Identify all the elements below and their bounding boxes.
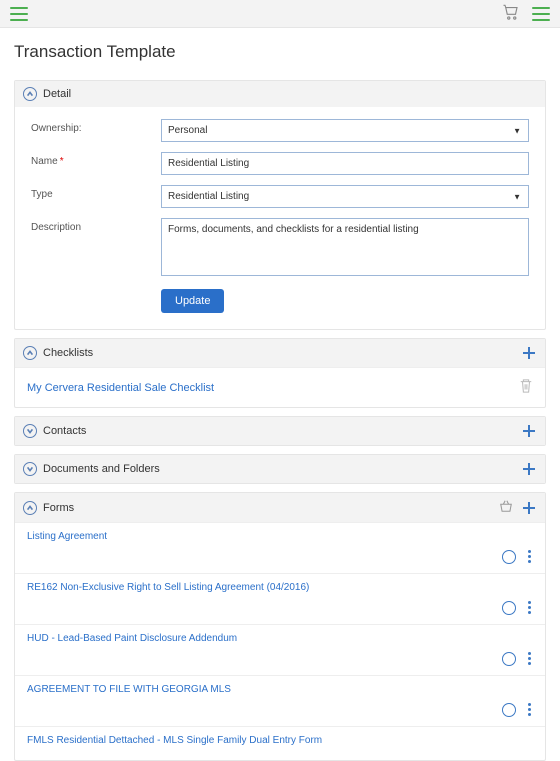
detail-title: Detail xyxy=(43,88,71,100)
documents-header[interactable]: Documents and Folders xyxy=(15,455,545,483)
contacts-panel: Contacts xyxy=(14,416,546,446)
more-icon[interactable] xyxy=(526,599,533,616)
page-title: Transaction Template xyxy=(0,28,560,72)
contacts-title: Contacts xyxy=(43,425,86,437)
more-icon[interactable] xyxy=(526,701,533,718)
documents-panel: Documents and Folders xyxy=(14,454,546,484)
ownership-select[interactable]: Personal xyxy=(161,119,529,142)
checklists-title: Checklists xyxy=(43,347,93,359)
chevron-up-icon xyxy=(23,87,37,101)
documents-title: Documents and Folders xyxy=(43,463,160,475)
add-contact-button[interactable] xyxy=(521,423,537,439)
description-textarea[interactable]: Forms, documents, and checklists for a r… xyxy=(161,218,529,276)
select-circle-icon[interactable] xyxy=(502,601,516,615)
chevron-up-icon xyxy=(23,346,37,360)
basket-icon[interactable] xyxy=(499,499,513,516)
forms-panel: Forms Listing Agreement RE162 Non-Exclus… xyxy=(14,492,546,761)
name-label: Name* xyxy=(31,152,161,167)
description-label: Description xyxy=(31,218,161,233)
menu-icon-right[interactable] xyxy=(532,7,550,21)
more-icon[interactable] xyxy=(526,548,533,565)
chevron-down-icon xyxy=(23,424,37,438)
add-form-button[interactable] xyxy=(521,500,537,516)
form-row: AGREEMENT TO FILE WITH GEORGIA MLS xyxy=(15,675,545,726)
detail-panel: Detail Ownership: Personal Name* Type Re… xyxy=(14,80,546,330)
form-link[interactable]: HUD - Lead-Based Paint Disclosure Addend… xyxy=(27,633,533,644)
form-link[interactable]: AGREEMENT TO FILE WITH GEORGIA MLS xyxy=(27,684,533,695)
more-icon[interactable] xyxy=(526,650,533,667)
ownership-label: Ownership: xyxy=(31,119,161,134)
form-link[interactable]: Listing Agreement xyxy=(27,531,533,542)
select-circle-icon[interactable] xyxy=(502,550,516,564)
select-circle-icon[interactable] xyxy=(502,652,516,666)
forms-header[interactable]: Forms xyxy=(15,493,545,522)
add-document-button[interactable] xyxy=(521,461,537,477)
contacts-header[interactable]: Contacts xyxy=(15,417,545,445)
update-button[interactable]: Update xyxy=(161,289,224,313)
chevron-up-icon xyxy=(23,501,37,515)
checklist-link[interactable]: My Cervera Residential Sale Checklist xyxy=(27,382,214,394)
detail-header[interactable]: Detail xyxy=(15,81,545,107)
add-checklist-button[interactable] xyxy=(521,345,537,361)
form-row: Listing Agreement xyxy=(15,522,545,573)
checklists-header[interactable]: Checklists xyxy=(15,339,545,367)
chevron-down-icon xyxy=(23,462,37,476)
form-row: RE162 Non-Exclusive Right to Sell Listin… xyxy=(15,573,545,624)
type-select[interactable]: Residential Listing xyxy=(161,185,529,208)
type-label: Type xyxy=(31,185,161,200)
form-row: HUD - Lead-Based Paint Disclosure Addend… xyxy=(15,624,545,675)
form-link[interactable]: RE162 Non-Exclusive Right to Sell Listin… xyxy=(27,582,533,593)
topbar xyxy=(0,0,560,28)
trash-icon[interactable] xyxy=(519,378,533,397)
select-circle-icon[interactable] xyxy=(502,703,516,717)
checklist-row: My Cervera Residential Sale Checklist xyxy=(15,367,545,407)
checklists-panel: Checklists My Cervera Residential Sale C… xyxy=(14,338,546,408)
form-row: FMLS Residential Dettached - MLS Single … xyxy=(15,726,545,760)
forms-title: Forms xyxy=(43,502,74,514)
cart-icon[interactable] xyxy=(502,3,520,24)
form-link[interactable]: FMLS Residential Dettached - MLS Single … xyxy=(27,735,533,746)
menu-icon[interactable] xyxy=(10,7,28,21)
name-input[interactable] xyxy=(161,152,529,175)
